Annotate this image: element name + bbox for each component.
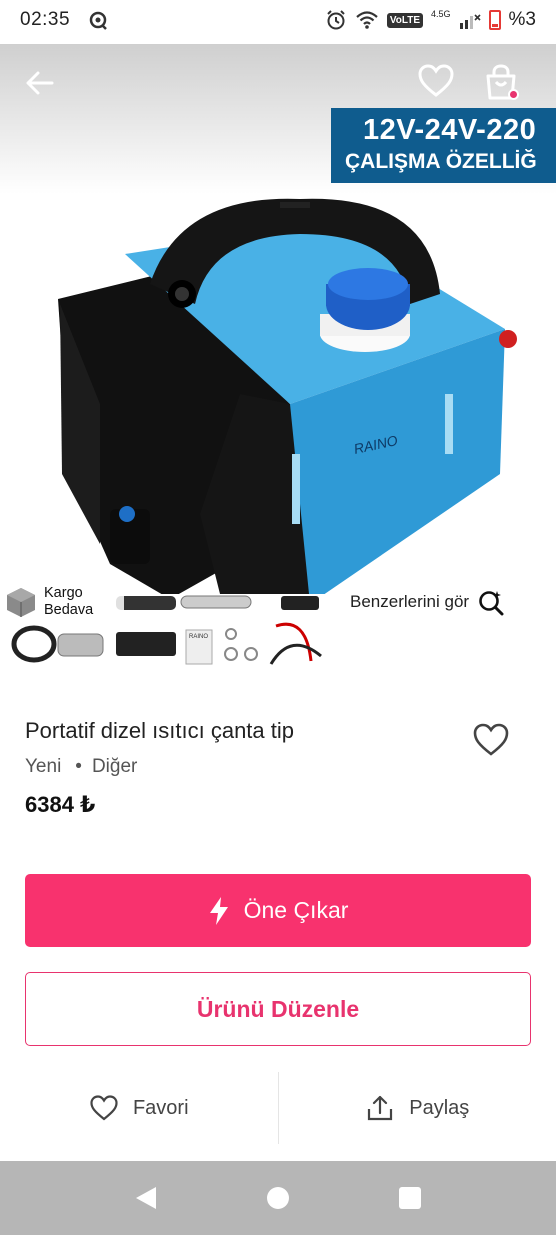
product-title: Portatif dizel ısıtıcı çanta tip xyxy=(25,718,295,743)
network-gen: 4.5G xyxy=(431,9,451,19)
package-icon xyxy=(7,588,35,617)
condition-label: Yeni xyxy=(25,756,62,777)
parts-brand: RAINO xyxy=(189,634,208,640)
favorite-button[interactable]: Favori xyxy=(0,1072,278,1144)
magnifier-sparkle-icon xyxy=(479,591,504,616)
circle-home-icon xyxy=(267,1187,289,1209)
signal-icon xyxy=(459,14,481,29)
volte-badge: VoLTE xyxy=(386,12,424,28)
product-meta: Yeni • Diğer xyxy=(25,756,138,777)
see-similar-button[interactable]: Benzerlerini gör xyxy=(350,588,505,616)
promote-label: Öne Çıkar xyxy=(243,897,349,923)
cart-badge xyxy=(508,89,519,100)
heart-icon[interactable] xyxy=(417,62,455,100)
cart-button[interactable] xyxy=(480,62,522,104)
nav-recents-button[interactable] xyxy=(395,1183,425,1213)
edit-label: Ürünü Düzenle xyxy=(196,995,360,1022)
product-photo: RAINO xyxy=(58,198,517,594)
back-arrow-icon[interactable] xyxy=(22,66,56,100)
product-price: 6384 ₺ xyxy=(25,792,96,817)
battery-percent: %3 xyxy=(508,9,536,30)
share-upload-icon xyxy=(368,1095,393,1121)
square-recents-icon xyxy=(399,1187,421,1209)
edit-product-button[interactable]: Ürünü Düzenle xyxy=(25,972,531,1046)
favorite-label: Favori xyxy=(132,1096,189,1119)
product-image-gallery[interactable]: 12V-24V-220 ÇALIŞMA ÖZELLİĞ RAINO RAINO … xyxy=(0,44,556,692)
action-row: Favori Paylaş xyxy=(0,1072,556,1144)
battery-icon xyxy=(488,10,501,30)
favorite-heart-icon[interactable] xyxy=(471,720,511,760)
kargo-line2: Bedava xyxy=(44,602,94,618)
heart-icon xyxy=(90,1095,118,1121)
status-icons: VoLTE 4.5G %3 xyxy=(325,9,536,31)
free-shipping-badge: Kargo Bedava xyxy=(4,582,124,622)
kargo-line1: Kargo xyxy=(44,585,83,601)
lightning-icon xyxy=(209,896,228,925)
wifi-icon xyxy=(356,11,378,29)
category-label: Diğer xyxy=(91,756,138,777)
notification-icon xyxy=(88,10,108,30)
banner-line1: 12V-24V-220 xyxy=(363,114,537,146)
promote-button[interactable]: Öne Çıkar xyxy=(25,874,531,947)
system-nav-bar xyxy=(0,1161,556,1235)
nav-back-button[interactable] xyxy=(131,1183,161,1213)
alarm-icon xyxy=(327,10,345,30)
status-time: 02:35 xyxy=(20,9,71,30)
nav-home-button[interactable] xyxy=(263,1183,293,1213)
see-similar-label: Benzerlerini gör xyxy=(350,592,470,611)
share-button[interactable]: Paylaş xyxy=(279,1072,556,1144)
triangle-back-icon xyxy=(136,1187,156,1209)
status-bar: 02:35 VoLTE 4.5G %3 xyxy=(0,0,556,40)
share-label: Paylaş xyxy=(409,1096,470,1119)
